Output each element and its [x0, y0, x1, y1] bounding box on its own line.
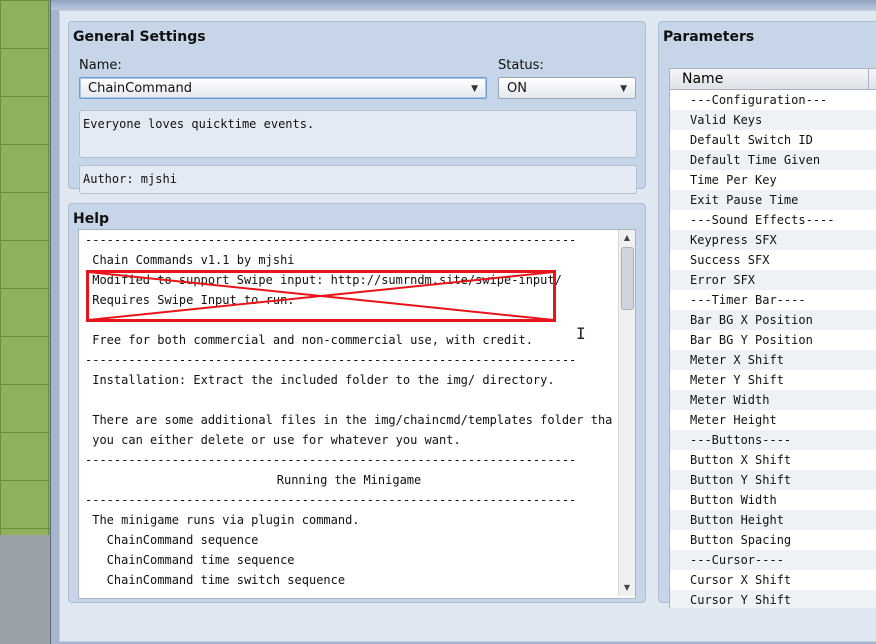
- status-dropdown[interactable]: ON ▼: [498, 77, 636, 99]
- param-row[interactable]: Bar BG Y Position: [670, 330, 876, 350]
- parameters-list[interactable]: Name ---Configuration--- Valid Keys Defa…: [669, 68, 876, 610]
- param-row[interactable]: ---Cursor----: [670, 550, 876, 570]
- name-dropdown-value: ChainCommand: [88, 81, 192, 96]
- help-line: Installation: Extract the included folde…: [85, 373, 555, 387]
- name-label: Name:: [79, 58, 122, 73]
- param-row[interactable]: Cursor Y Shift: [670, 590, 876, 609]
- param-row[interactable]: Error SFX: [670, 270, 876, 290]
- param-row[interactable]: ---Sound Effects----: [670, 210, 876, 230]
- help-line: ChainCommand time sequence: [85, 553, 295, 567]
- general-settings-group: General Settings Name: ChainCommand ▼ St…: [68, 21, 646, 194]
- description-text: Everyone loves quicktime events.: [83, 117, 315, 131]
- param-row[interactable]: Button Width: [670, 490, 876, 510]
- param-row[interactable]: ---Timer Bar----: [670, 290, 876, 310]
- help-line: ChainCommand time switch sequence: [85, 573, 346, 587]
- help-line: The minigame runs via plugin command.: [85, 513, 360, 527]
- param-row[interactable]: Default Switch ID: [670, 130, 876, 150]
- param-row[interactable]: Success SFX: [670, 250, 876, 270]
- param-row[interactable]: Time Per Key: [670, 170, 876, 190]
- param-row[interactable]: Default Time Given: [670, 150, 876, 170]
- map-tile-background: [0, 0, 50, 535]
- plugin-window: General Settings Name: ChainCommand ▼ St…: [50, 0, 876, 644]
- description-field[interactable]: Everyone loves quicktime events.: [79, 110, 637, 158]
- param-row[interactable]: Keypress SFX: [670, 230, 876, 250]
- help-line: Chain Commands v1.1 by mjshi: [85, 253, 295, 267]
- chevron-down-icon: ▼: [471, 84, 478, 94]
- name-dropdown[interactable]: ChainCommand ▼: [79, 77, 487, 99]
- help-scrollbar[interactable]: ▲ ▼: [618, 230, 635, 596]
- author-text: Author: mjshi: [83, 172, 177, 186]
- help-line: Free for both commercial and non-commerc…: [85, 333, 533, 347]
- help-line: There are some additional files in the i…: [85, 413, 613, 427]
- help-section-heading: Running the Minigame: [276, 473, 422, 487]
- help-line: you can either delete or use for whateve…: [85, 433, 461, 447]
- param-row[interactable]: Button Height: [670, 510, 876, 530]
- param-row[interactable]: Button Y Shift: [670, 470, 876, 490]
- parameters-title: Parameters: [663, 29, 755, 45]
- author-field[interactable]: Author: mjshi: [79, 165, 637, 194]
- param-row[interactable]: Button Spacing: [670, 530, 876, 550]
- status-label: Status:: [498, 58, 544, 73]
- help-line: ----------------------------------------…: [85, 453, 577, 467]
- text-cursor-icon: I: [576, 324, 586, 343]
- name-column-header[interactable]: Name: [670, 69, 876, 90]
- param-row[interactable]: Meter Height: [670, 410, 876, 430]
- window-title-bar: [51, 0, 876, 10]
- parameters-group: Parameters Name ---Configuration--- Vali…: [658, 21, 876, 610]
- param-row[interactable]: Meter Y Shift: [670, 370, 876, 390]
- help-title: Help: [73, 211, 110, 227]
- help-line: [85, 390, 613, 410]
- help-line: ----------------------------------------…: [85, 233, 577, 247]
- help-line: ChainCommand sequence: [85, 533, 259, 547]
- scroll-up-icon[interactable]: ▲: [619, 230, 635, 246]
- param-row[interactable]: Cursor X Shift: [670, 570, 876, 590]
- map-floor-background: [0, 535, 50, 644]
- help-line: ----------------------------------------…: [85, 493, 577, 507]
- param-row[interactable]: Meter X Shift: [670, 350, 876, 370]
- param-row[interactable]: Valid Keys: [670, 110, 876, 130]
- param-row[interactable]: ---Configuration---: [670, 90, 876, 110]
- column-divider[interactable]: [868, 69, 869, 89]
- scroll-down-icon[interactable]: ▼: [619, 580, 635, 596]
- annotation-cross-out: [86, 270, 556, 322]
- scrollbar-thumb[interactable]: [621, 247, 634, 310]
- param-row[interactable]: Meter Width: [670, 390, 876, 410]
- param-row[interactable]: Button X Shift: [670, 450, 876, 470]
- status-dropdown-value: ON: [507, 81, 527, 96]
- param-row[interactable]: Bar BG X Position: [670, 310, 876, 330]
- dialog-bottom-bar: [60, 608, 876, 641]
- chevron-down-icon: ▼: [620, 84, 627, 94]
- window-client-area: General Settings Name: ChainCommand ▼ St…: [59, 10, 876, 642]
- help-line: ----------------------------------------…: [85, 353, 577, 367]
- param-row[interactable]: ---Buttons----: [670, 430, 876, 450]
- name-column-label: Name: [682, 71, 724, 87]
- general-settings-title: General Settings: [73, 29, 206, 45]
- param-row[interactable]: Exit Pause Time: [670, 190, 876, 210]
